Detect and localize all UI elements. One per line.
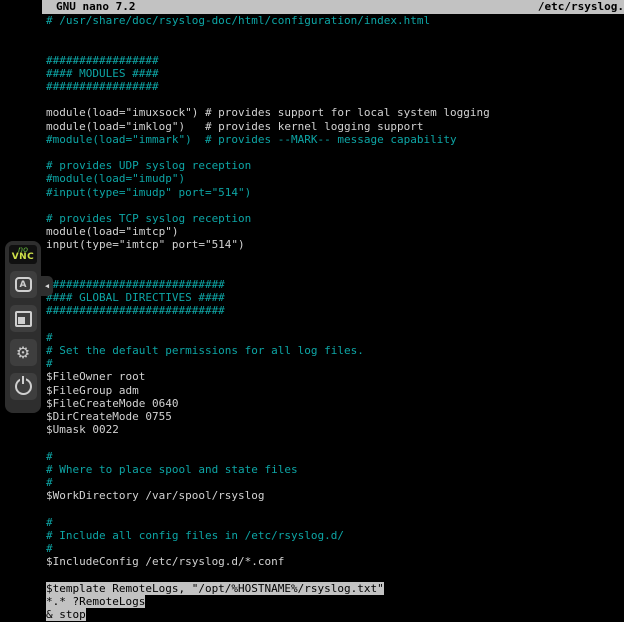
terminal-line: #### GLOBAL DIRECTIVES #### xyxy=(46,291,624,304)
terminal-line: # xyxy=(46,357,624,370)
terminal-line: # Where to place spool and state files xyxy=(46,463,624,476)
terminal-line: module(load="imtcp") xyxy=(46,225,624,238)
terminal-body[interactable]: # /usr/share/doc/rsyslog-doc/html/config… xyxy=(46,14,624,622)
terminal-line: #module(load="imudp") xyxy=(46,172,624,185)
nano-titlebar: GNU nano 7.2 /etc/rsyslog. xyxy=(42,0,624,14)
terminal-line: # xyxy=(46,476,624,489)
terminal-line xyxy=(46,436,624,449)
terminal-line xyxy=(46,27,624,40)
power-icon xyxy=(15,378,32,395)
terminal-line xyxy=(46,265,624,278)
terminal-line: ################# xyxy=(46,54,624,67)
settings-button[interactable]: ⚙ xyxy=(10,339,37,366)
novnc-logo: no VNC xyxy=(9,245,38,264)
terminal-line: module(load="imklog") # provides kernel … xyxy=(46,120,624,133)
terminal-line: *.* ?RemoteLogs xyxy=(46,595,624,608)
gear-icon: ⚙ xyxy=(16,345,30,361)
terminal-line: # /usr/share/doc/rsyslog-doc/html/config… xyxy=(46,14,624,27)
terminal-line: $FileGroup adm xyxy=(46,384,624,397)
terminal-line: $IncludeConfig /etc/rsyslog.d/*.conf xyxy=(46,555,624,568)
terminal-line: # provides UDP syslog reception xyxy=(46,159,624,172)
fullscreen-button[interactable] xyxy=(10,305,37,332)
terminal-line xyxy=(46,146,624,159)
terminal-line: $FileCreateMode 0640 xyxy=(46,397,624,410)
terminal-line: # Include all config files in /etc/rsysl… xyxy=(46,529,624,542)
power-button[interactable] xyxy=(10,373,37,400)
terminal-line: ################# xyxy=(46,80,624,93)
terminal-line: input(type="imtcp" port="514") xyxy=(46,238,624,251)
terminal-line: # provides TCP syslog reception xyxy=(46,212,624,225)
novnc-screen: GNU nano 7.2 /etc/rsyslog. # /usr/share/… xyxy=(0,0,624,622)
terminal-line: $Umask 0022 xyxy=(46,423,624,436)
terminal-line: # xyxy=(46,542,624,555)
terminal-line: # xyxy=(46,450,624,463)
novnc-logo-vnc: VNC xyxy=(12,253,35,262)
terminal-line: #module(load="immark") # provides --MARK… xyxy=(46,133,624,146)
terminal-line: # xyxy=(46,516,624,529)
nano-version-label: GNU nano 7.2 xyxy=(56,0,135,14)
terminal-line: $WorkDirectory /var/spool/rsyslog xyxy=(46,489,624,502)
terminal-line xyxy=(46,502,624,515)
terminal-line: #input(type="imudp" port="514") xyxy=(46,186,624,199)
terminal-line: $FileOwner root xyxy=(46,370,624,383)
clipboard-button[interactable]: A xyxy=(10,271,37,298)
fullscreen-icon xyxy=(15,311,32,327)
terminal-line xyxy=(46,199,624,212)
nano-filename-label: /etc/rsyslog. xyxy=(538,0,624,14)
novnc-control-bar: no VNC A ⚙ xyxy=(5,241,41,413)
terminal-line: $template RemoteLogs, "/opt/%HOSTNAME%/r… xyxy=(46,582,624,595)
control-bar-handle[interactable]: ◀ xyxy=(41,276,53,296)
collapse-arrow-icon: ◀ xyxy=(45,282,49,290)
terminal-line: #### MODULES #### xyxy=(46,67,624,80)
terminal-line: & stop xyxy=(46,608,624,621)
terminal-line xyxy=(46,252,624,265)
terminal-line xyxy=(46,318,624,331)
terminal-line: # Set the default permissions for all lo… xyxy=(46,344,624,357)
terminal-line: ########################### xyxy=(46,278,624,291)
terminal-line xyxy=(46,93,624,106)
terminal-line: ########################### xyxy=(46,304,624,317)
terminal-line: # xyxy=(46,331,624,344)
terminal-line: module(load="imuxsock") # provides suppo… xyxy=(46,106,624,119)
terminal-line: $DirCreateMode 0755 xyxy=(46,410,624,423)
terminal-line xyxy=(46,568,624,581)
nano-terminal[interactable]: GNU nano 7.2 /etc/rsyslog. # /usr/share/… xyxy=(42,0,624,622)
terminal-line xyxy=(46,40,624,53)
clipboard-icon: A xyxy=(15,277,32,292)
